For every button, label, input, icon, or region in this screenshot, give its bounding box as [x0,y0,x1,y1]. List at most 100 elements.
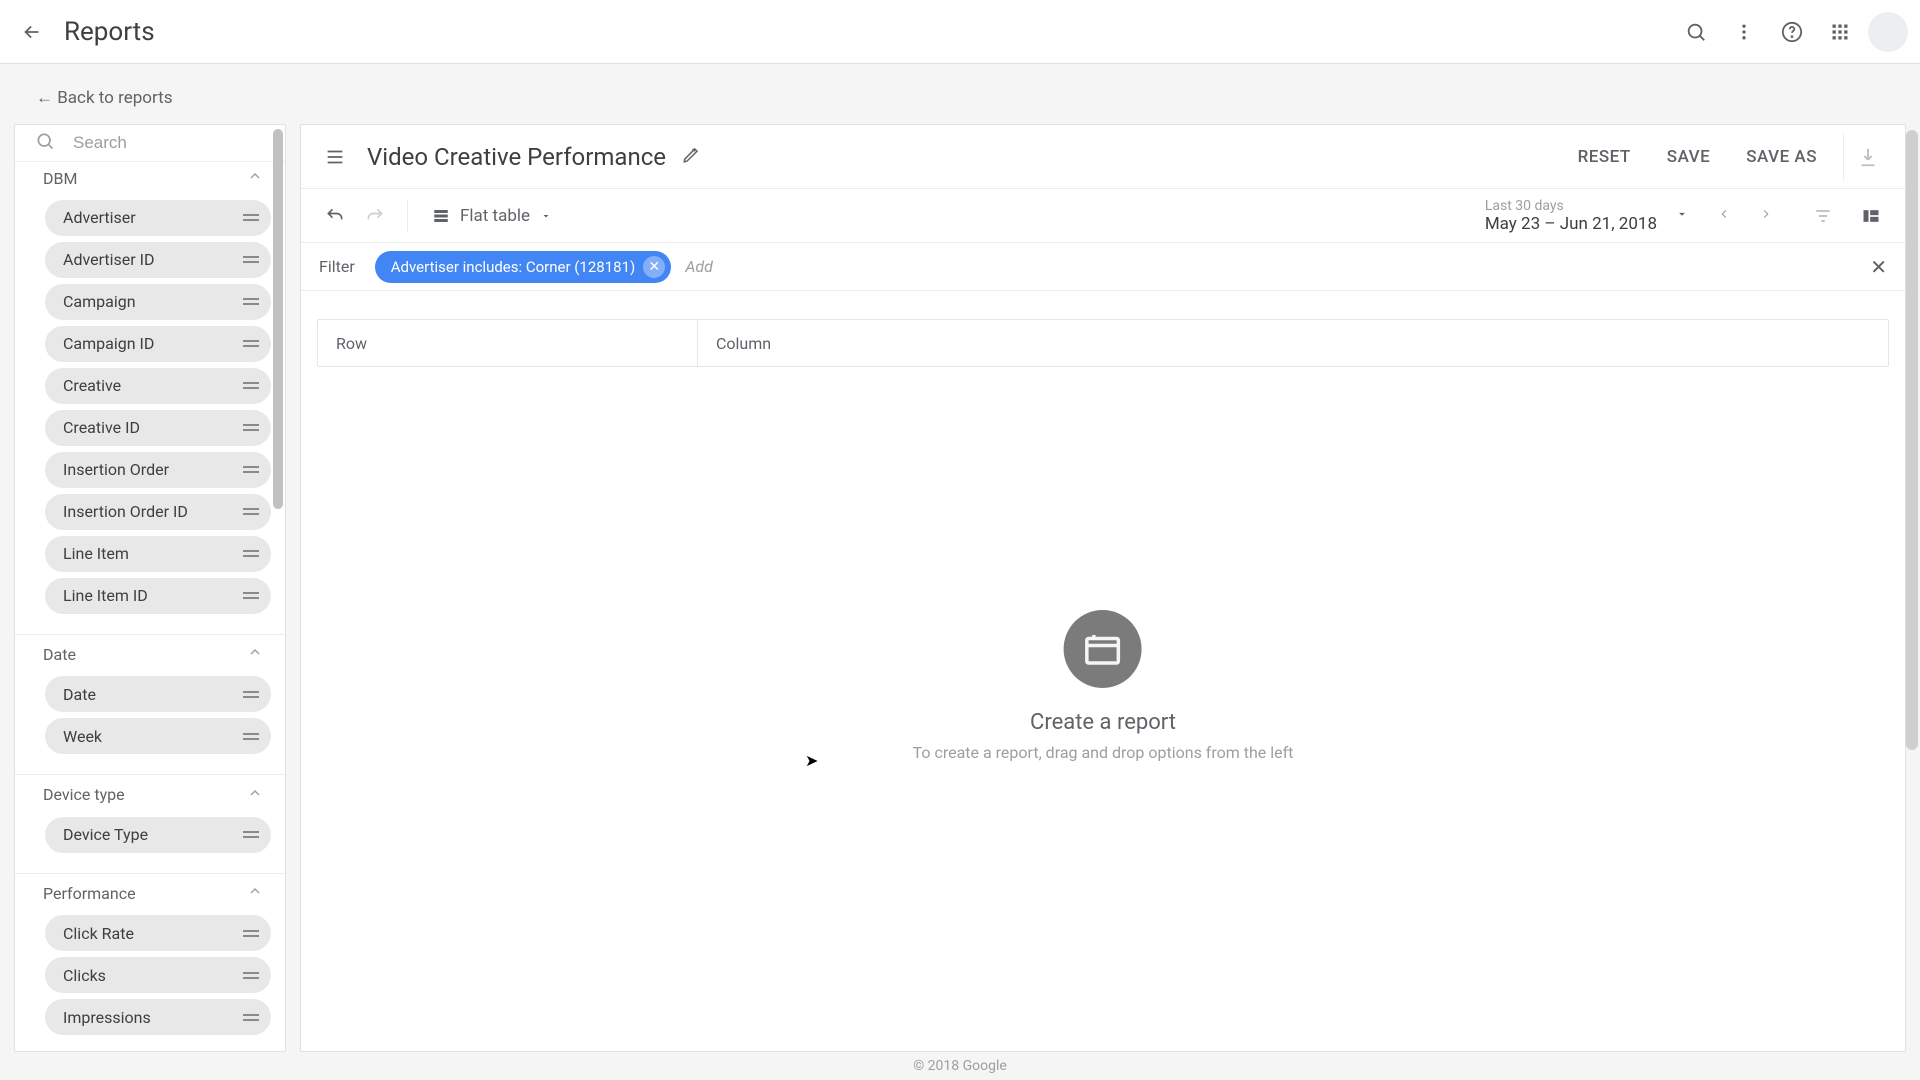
sidebar-scrollbar[interactable] [271,125,285,1051]
chip-label: Clicks [63,966,106,985]
chevron-up-icon [247,168,263,188]
field-chip[interactable]: Campaign [45,284,271,320]
group-label: Date [43,645,76,664]
menu-icon[interactable] [315,146,355,168]
field-chip[interactable]: Line Item ID [45,578,271,614]
app-title: Reports [64,17,155,47]
caret-down-icon [540,210,552,222]
drag-handle-icon [243,508,259,515]
drag-handle-icon [243,256,259,263]
date-dropdown-icon[interactable] [1665,200,1699,231]
chip-label: Line Item [63,544,129,563]
download-icon[interactable] [1843,133,1891,181]
undo-icon[interactable] [315,196,355,236]
drag-handle-icon [243,733,259,740]
chevron-up-icon [247,785,263,805]
field-chip[interactable]: Week [45,718,271,754]
field-chip[interactable]: Creative [45,368,271,404]
group-header-date[interactable]: Date [15,639,285,671]
chip-label: Creative ID [63,418,140,437]
filter-list-icon[interactable] [1803,196,1843,236]
empty-state-subtitle: To create a report, drag and drop option… [913,743,1294,762]
chip-label: Week [63,727,102,746]
more-icon[interactable] [1720,8,1768,56]
field-chip[interactable]: Line Item [45,536,271,572]
add-filter-button[interactable]: Add [685,257,713,276]
fields-panel: DBM Advertiser Advertiser ID Campaign Ca… [14,124,286,1052]
group-label: Performance [43,884,136,903]
close-filter-bar-icon[interactable]: ✕ [1870,255,1887,279]
drag-handle-icon [243,424,259,431]
group-label: Device type [43,785,125,804]
edit-title-icon[interactable] [682,146,700,168]
group-header-performance[interactable]: Performance [15,877,285,909]
page-scrollbar[interactable] [1906,130,1918,750]
view-layout-icon[interactable] [1851,196,1891,236]
report-panel: Video Creative Performance RESET SAVE SA… [300,124,1906,1052]
group-header-device-type[interactable]: Device type [15,779,285,811]
group-header-dbm[interactable]: DBM [15,162,285,194]
filter-chip-text: Advertiser includes: Corner (128181) [391,258,635,276]
chip-label: Campaign ID [63,334,154,353]
date-preset-label: Last 30 days [1485,198,1657,214]
save-as-button[interactable]: SAVE AS [1728,137,1835,177]
redo-icon[interactable] [355,196,395,236]
chip-label: Impressions [63,1008,151,1027]
chip-label: Insertion Order [63,460,169,479]
chevron-up-icon [247,644,263,664]
column-drop-zone[interactable]: Column [698,320,1888,366]
empty-state-title: Create a report [913,710,1294,735]
group-label: DBM [43,169,77,188]
field-chip[interactable]: Clicks [45,957,271,993]
date-next-icon[interactable] [1749,200,1783,231]
drag-handle-icon [243,972,259,979]
footer-text: © 2018 Google [0,1058,1920,1074]
help-icon[interactable] [1768,8,1816,56]
field-chip[interactable]: Date [45,676,271,712]
search-input[interactable] [73,133,265,153]
apps-icon[interactable] [1816,8,1864,56]
row-label: Row [336,334,367,353]
table-type-label: Flat table [460,206,530,226]
field-chip[interactable]: Advertiser [45,200,271,236]
back-arrow-button[interactable] [12,12,52,52]
row-drop-zone[interactable]: Row [318,320,698,366]
drag-handle-icon [243,340,259,347]
empty-state: Create a report To create a report, drag… [913,610,1294,762]
chevron-up-icon [247,883,263,903]
field-chip[interactable]: Campaign ID [45,326,271,362]
filter-label: Filter [319,257,355,276]
save-button[interactable]: SAVE [1649,137,1728,177]
field-chip[interactable]: Device Type [45,817,271,853]
back-to-reports-link[interactable]: ← Back to reports [36,88,172,108]
drag-handle-icon [243,550,259,557]
column-label: Column [716,334,771,353]
field-chip[interactable]: Insertion Order [45,452,271,488]
drop-zone-table: Row Column [317,319,1889,367]
date-prev-icon[interactable] [1707,200,1741,231]
drag-handle-icon [243,382,259,389]
chip-label: Campaign [63,292,136,311]
chip-label: Creative [63,376,121,395]
filter-chip[interactable]: Advertiser includes: Corner (128181) ✕ [375,251,671,283]
remove-filter-icon[interactable]: ✕ [643,256,665,278]
field-chip[interactable]: Click Rate [45,915,271,951]
field-chip[interactable]: Insertion Order ID [45,494,271,530]
drag-handle-icon [243,691,259,698]
reset-button[interactable]: RESET [1560,137,1649,177]
chip-label: Advertiser ID [63,250,155,269]
report-title: Video Creative Performance [367,143,666,171]
drag-handle-icon [243,592,259,599]
drag-handle-icon [243,1014,259,1021]
chip-label: Device Type [63,825,148,844]
table-type-selector[interactable]: Flat table [420,200,564,232]
chip-label: Click Rate [63,924,134,943]
field-chip[interactable]: Advertiser ID [45,242,271,278]
search-icon[interactable] [1672,8,1720,56]
drag-handle-icon [243,214,259,221]
avatar[interactable] [1868,12,1908,52]
field-chip[interactable]: Creative ID [45,410,271,446]
field-chip[interactable]: Impressions [45,999,271,1035]
cursor-icon: ➤ [805,751,818,770]
empty-state-icon [1064,610,1142,688]
